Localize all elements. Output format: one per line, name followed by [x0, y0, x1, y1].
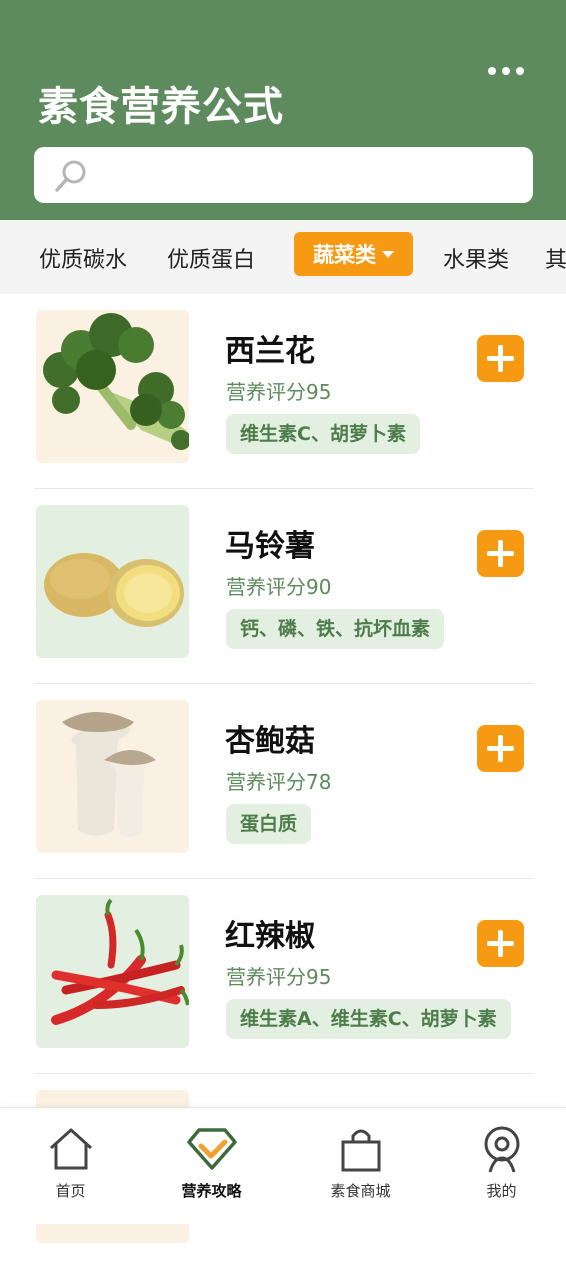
nutrient-tag: 维生素C、胡萝卜素 — [226, 414, 420, 454]
tab-home-label: 首页 — [55, 1182, 86, 1200]
add-button[interactable] — [477, 530, 524, 577]
plus-icon-stroke — [498, 735, 503, 762]
search-input[interactable] — [100, 155, 524, 197]
list-item[interactable]: 红辣椒 营养评分95 维生素A、维生素C、胡萝卜素 — [0, 879, 566, 1074]
item-score: 营养评分95 — [226, 965, 332, 989]
add-button[interactable] — [477, 725, 524, 772]
potato-image — [36, 505, 189, 658]
list-item[interactable]: 西兰花 营养评分95 维生素C、胡萝卜素 — [0, 294, 566, 489]
tab-shop[interactable]: 素食商城 — [290, 1108, 431, 1208]
item-name: 马铃薯 — [225, 529, 315, 564]
red-chili-image — [36, 895, 189, 1048]
list-item[interactable]: 马铃薯 营养评分90 钙、磷、铁、抗坏血素 — [0, 489, 566, 684]
list-item[interactable]: 杏鲍菇 营养评分78 蛋白质 — [0, 684, 566, 879]
dot-icon — [502, 67, 510, 75]
caret-down-icon — [382, 250, 394, 258]
search-icon — [55, 160, 86, 192]
tab-nutrition-guide[interactable]: 营养攻略 — [141, 1108, 282, 1208]
tab-profile[interactable]: 我的 — [431, 1108, 566, 1208]
bottom-tab-bar: 首页 营养攻略 素食商城 我的 — [0, 1107, 566, 1224]
shopping-bag-icon — [341, 1129, 380, 1172]
tab-vegetables-label: 蔬菜类 — [313, 243, 376, 267]
category-tabs: 优质碳水 优质蛋白 蔬菜类 水果类 其 — [0, 220, 566, 294]
tab-nutrition-guide-label: 营养攻略 — [181, 1182, 242, 1200]
plus-icon-stroke — [498, 540, 503, 567]
page-title: 素食营养公式 — [38, 83, 284, 130]
item-name: 杏鲍菇 — [225, 724, 315, 759]
broccoli-image — [36, 310, 189, 463]
item-score: 营养评分90 — [226, 575, 332, 599]
item-name: 西兰花 — [225, 334, 315, 369]
search-bar[interactable] — [34, 147, 533, 203]
plus-icon-stroke — [498, 345, 503, 372]
item-score: 营养评分95 — [226, 380, 332, 404]
add-button[interactable] — [477, 920, 524, 967]
nutrient-tag: 维生素A、维生素C、胡萝卜素 — [226, 999, 511, 1039]
app-header: 素食营养公式 — [0, 0, 566, 220]
item-name: 红辣椒 — [225, 919, 315, 954]
add-button[interactable] — [477, 335, 524, 382]
tab-other[interactable]: 其 — [545, 242, 566, 274]
diamond-check-icon — [186, 1128, 237, 1170]
tab-vegetables[interactable]: 蔬菜类 — [294, 232, 413, 276]
dot-icon — [516, 67, 524, 75]
nutrient-tag: 钙、磷、铁、抗坏血素 — [226, 609, 445, 649]
tab-shop-label: 素食商城 — [330, 1182, 391, 1200]
more-options-button[interactable] — [482, 58, 530, 84]
plus-icon-stroke — [498, 930, 503, 957]
tab-home[interactable]: 首页 — [0, 1108, 141, 1208]
mushroom-image — [36, 700, 189, 853]
user-icon — [484, 1126, 519, 1173]
tab-quality-protein[interactable]: 优质蛋白 — [167, 242, 255, 274]
tab-fruits[interactable]: 水果类 — [443, 242, 509, 274]
dot-icon — [488, 67, 496, 75]
tab-profile-label: 我的 — [486, 1182, 517, 1200]
nutrient-tag: 蛋白质 — [226, 804, 312, 844]
item-score: 营养评分78 — [226, 770, 332, 794]
home-icon — [49, 1128, 92, 1170]
tab-quality-carbs[interactable]: 优质碳水 — [39, 242, 127, 274]
